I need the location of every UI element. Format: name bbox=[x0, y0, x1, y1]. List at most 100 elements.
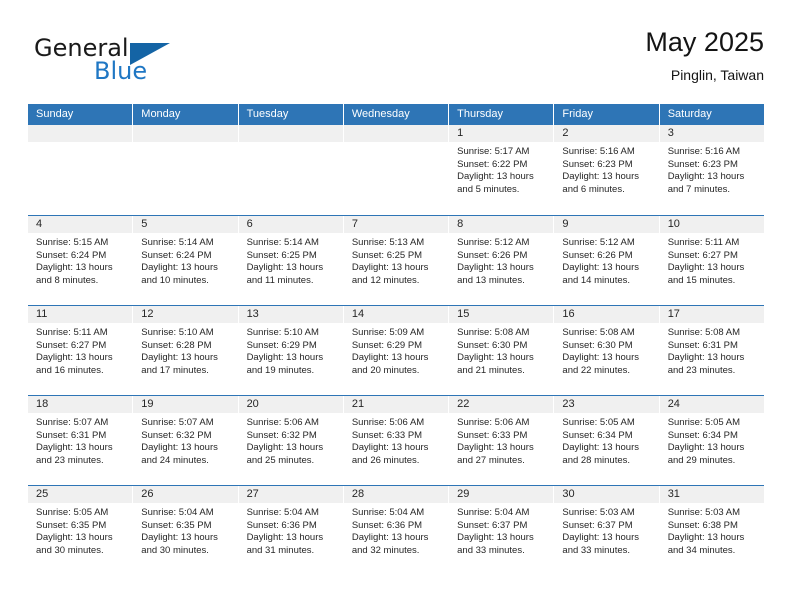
daylight-text-line2: and 14 minutes. bbox=[562, 274, 631, 286]
day-cell[interactable]: 11 Sunrise: 5:11 AM Sunset: 6:27 PM Dayl… bbox=[28, 306, 134, 395]
daylight-text-line1: Daylight: 13 hours bbox=[667, 442, 745, 454]
daylight-text-line2: and 21 minutes. bbox=[457, 364, 525, 376]
day-cell[interactable]: 4 Sunrise: 5:15 AM Sunset: 6:24 PM Dayli… bbox=[28, 216, 134, 305]
day-cell[interactable]: 28 Sunrise: 5:04 AM Sunset: 6:36 PM Dayl… bbox=[343, 486, 450, 575]
title-block: May 2025 Pinglin, Taiwan bbox=[645, 26, 764, 86]
daylight-text-line1: Daylight: 13 hours bbox=[351, 532, 429, 544]
day-cell[interactable]: 9 Sunrise: 5:12 AM Sunset: 6:26 PM Dayli… bbox=[554, 216, 660, 305]
day-details: Sunrise: 5:04 AM Sunset: 6:36 PM Dayligh… bbox=[239, 503, 343, 557]
day-cell[interactable]: 20 Sunrise: 5:06 AM Sunset: 6:32 PM Dayl… bbox=[238, 396, 344, 485]
daylight-text-line1: Daylight: 13 hours bbox=[351, 442, 429, 454]
day-number: 31 bbox=[659, 486, 764, 503]
day-cell[interactable]: 5 Sunrise: 5:14 AM Sunset: 6:24 PM Dayli… bbox=[133, 216, 239, 305]
day-cell[interactable]: 17 Sunrise: 5:08 AM Sunset: 6:31 PM Dayl… bbox=[659, 306, 764, 395]
sunset-text: Sunset: 6:26 PM bbox=[562, 249, 633, 261]
day-details: Sunrise: 5:07 AM Sunset: 6:31 PM Dayligh… bbox=[28, 413, 132, 467]
daylight-text-line1: Daylight: 13 hours bbox=[36, 352, 113, 364]
sunrise-text: Sunrise: 5:07 AM bbox=[141, 417, 214, 428]
weekday-header-row: Sunday Monday Tuesday Wednesday Thursday… bbox=[28, 104, 764, 125]
day-cell[interactable]: 16 Sunrise: 5:08 AM Sunset: 6:30 PM Dayl… bbox=[554, 306, 660, 395]
daylight-text-line2: and 11 minutes. bbox=[246, 274, 314, 286]
day-cell[interactable] bbox=[343, 125, 450, 215]
day-cell[interactable] bbox=[133, 125, 239, 215]
day-cell[interactable]: 29 Sunrise: 5:04 AM Sunset: 6:37 PM Dayl… bbox=[449, 486, 555, 575]
day-cell[interactable]: 24 Sunrise: 5:05 AM Sunset: 6:34 PM Dayl… bbox=[659, 396, 764, 485]
sunset-text: Sunset: 6:32 PM bbox=[246, 429, 317, 441]
sunrise-text: Sunrise: 5:11 AM bbox=[667, 237, 740, 248]
day-details: Sunrise: 5:08 AM Sunset: 6:30 PM Dayligh… bbox=[554, 323, 658, 377]
sunrise-text: Sunrise: 5:08 AM bbox=[667, 327, 741, 338]
daylight-text-line2: and 12 minutes. bbox=[351, 274, 420, 286]
daylight-text-line2: and 34 minutes. bbox=[667, 544, 736, 556]
day-details: Sunrise: 5:05 AM Sunset: 6:34 PM Dayligh… bbox=[660, 413, 764, 467]
day-cell[interactable]: 2 Sunrise: 5:16 AM Sunset: 6:23 PM Dayli… bbox=[554, 125, 660, 215]
day-cell[interactable]: 21 Sunrise: 5:06 AM Sunset: 6:33 PM Dayl… bbox=[343, 396, 450, 485]
day-cell[interactable]: 31 Sunrise: 5:03 AM Sunset: 6:38 PM Dayl… bbox=[659, 486, 764, 575]
brand-logo[interactable]: General Blue bbox=[34, 34, 254, 92]
week-row: 11 Sunrise: 5:11 AM Sunset: 6:27 PM Dayl… bbox=[28, 305, 764, 395]
day-number: 19 bbox=[133, 396, 238, 413]
sunset-text: Sunset: 6:29 PM bbox=[351, 339, 423, 351]
sunrise-text: Sunrise: 5:05 AM bbox=[667, 417, 741, 428]
day-number: 23 bbox=[554, 396, 659, 413]
sunset-text: Sunset: 6:28 PM bbox=[141, 339, 212, 351]
day-cell[interactable]: 3 Sunrise: 5:16 AM Sunset: 6:23 PM Dayli… bbox=[659, 125, 764, 215]
day-cell[interactable]: 6 Sunrise: 5:14 AM Sunset: 6:25 PM Dayli… bbox=[238, 216, 344, 305]
day-cell[interactable] bbox=[28, 125, 134, 215]
day-cell[interactable]: 22 Sunrise: 5:06 AM Sunset: 6:33 PM Dayl… bbox=[449, 396, 555, 485]
day-cell[interactable]: 18 Sunrise: 5:07 AM Sunset: 6:31 PM Dayl… bbox=[28, 396, 134, 485]
calendar-grid: Sunday Monday Tuesday Wednesday Thursday… bbox=[28, 104, 764, 575]
sunset-text: Sunset: 6:26 PM bbox=[457, 249, 528, 261]
daylight-text-line2: and 10 minutes. bbox=[141, 274, 209, 286]
daylight-text-line1: Daylight: 13 hours bbox=[667, 532, 745, 544]
day-cell[interactable]: 13 Sunrise: 5:10 AM Sunset: 6:29 PM Dayl… bbox=[238, 306, 344, 395]
day-cell[interactable]: 25 Sunrise: 5:05 AM Sunset: 6:35 PM Dayl… bbox=[28, 486, 134, 575]
day-cell[interactable]: 23 Sunrise: 5:05 AM Sunset: 6:34 PM Dayl… bbox=[554, 396, 660, 485]
day-number: 5 bbox=[133, 216, 238, 233]
day-number: 8 bbox=[449, 216, 554, 233]
sunrise-text: Sunrise: 5:04 AM bbox=[351, 507, 425, 518]
day-details: Sunrise: 5:04 AM Sunset: 6:36 PM Dayligh… bbox=[344, 503, 448, 557]
daylight-text-line2: and 25 minutes. bbox=[246, 454, 315, 466]
day-details: Sunrise: 5:09 AM Sunset: 6:29 PM Dayligh… bbox=[344, 323, 448, 377]
day-cell[interactable]: 1 Sunrise: 5:17 AM Sunset: 6:22 PM Dayli… bbox=[449, 125, 555, 215]
daylight-text-line2: and 22 minutes. bbox=[562, 364, 631, 376]
daylight-text-line2: and 26 minutes. bbox=[351, 454, 420, 466]
day-cell[interactable]: 8 Sunrise: 5:12 AM Sunset: 6:26 PM Dayli… bbox=[449, 216, 555, 305]
day-cell[interactable]: 15 Sunrise: 5:08 AM Sunset: 6:30 PM Dayl… bbox=[449, 306, 555, 395]
day-cell[interactable] bbox=[238, 125, 344, 215]
sunrise-text: Sunrise: 5:05 AM bbox=[36, 507, 109, 518]
sunset-text: Sunset: 6:36 PM bbox=[246, 519, 317, 531]
daylight-text-line2: and 15 minutes. bbox=[667, 274, 736, 286]
day-cell[interactable]: 14 Sunrise: 5:09 AM Sunset: 6:29 PM Dayl… bbox=[343, 306, 450, 395]
day-details: Sunrise: 5:06 AM Sunset: 6:33 PM Dayligh… bbox=[344, 413, 448, 467]
sunrise-text: Sunrise: 5:04 AM bbox=[141, 507, 214, 518]
sunset-text: Sunset: 6:37 PM bbox=[562, 519, 633, 531]
day-cell[interactable]: 10 Sunrise: 5:11 AM Sunset: 6:27 PM Dayl… bbox=[659, 216, 764, 305]
day-details: Sunrise: 5:03 AM Sunset: 6:38 PM Dayligh… bbox=[660, 503, 764, 557]
day-cell[interactable]: 19 Sunrise: 5:07 AM Sunset: 6:32 PM Dayl… bbox=[133, 396, 239, 485]
daylight-text-line1: Daylight: 13 hours bbox=[141, 532, 218, 544]
day-cell[interactable]: 27 Sunrise: 5:04 AM Sunset: 6:36 PM Dayl… bbox=[238, 486, 344, 575]
sunrise-text: Sunrise: 5:10 AM bbox=[141, 327, 214, 338]
sunset-text: Sunset: 6:35 PM bbox=[36, 519, 107, 531]
weekday-header-monday: Monday bbox=[133, 104, 239, 125]
daylight-text-line1: Daylight: 13 hours bbox=[457, 262, 534, 274]
day-details: Sunrise: 5:14 AM Sunset: 6:25 PM Dayligh… bbox=[239, 233, 343, 287]
weekday-header-sunday: Sunday bbox=[28, 104, 134, 125]
sunrise-text: Sunrise: 5:08 AM bbox=[457, 327, 530, 338]
daylight-text-line2: and 17 minutes. bbox=[141, 364, 209, 376]
sunrise-text: Sunrise: 5:12 AM bbox=[457, 237, 530, 248]
daylight-text-line1: Daylight: 13 hours bbox=[562, 171, 639, 183]
day-number: 24 bbox=[659, 396, 764, 413]
day-number: 18 bbox=[28, 396, 133, 413]
day-cell[interactable]: 7 Sunrise: 5:13 AM Sunset: 6:25 PM Dayli… bbox=[343, 216, 450, 305]
day-cell[interactable]: 12 Sunrise: 5:10 AM Sunset: 6:28 PM Dayl… bbox=[133, 306, 239, 395]
day-number: 27 bbox=[238, 486, 343, 503]
day-details: Sunrise: 5:12 AM Sunset: 6:26 PM Dayligh… bbox=[449, 233, 553, 287]
day-number: 28 bbox=[343, 486, 449, 503]
daylight-text-line1: Daylight: 13 hours bbox=[141, 262, 218, 274]
day-cell[interactable]: 30 Sunrise: 5:03 AM Sunset: 6:37 PM Dayl… bbox=[554, 486, 660, 575]
sunrise-text: Sunrise: 5:16 AM bbox=[562, 146, 635, 157]
day-cell[interactable]: 26 Sunrise: 5:04 AM Sunset: 6:35 PM Dayl… bbox=[133, 486, 239, 575]
